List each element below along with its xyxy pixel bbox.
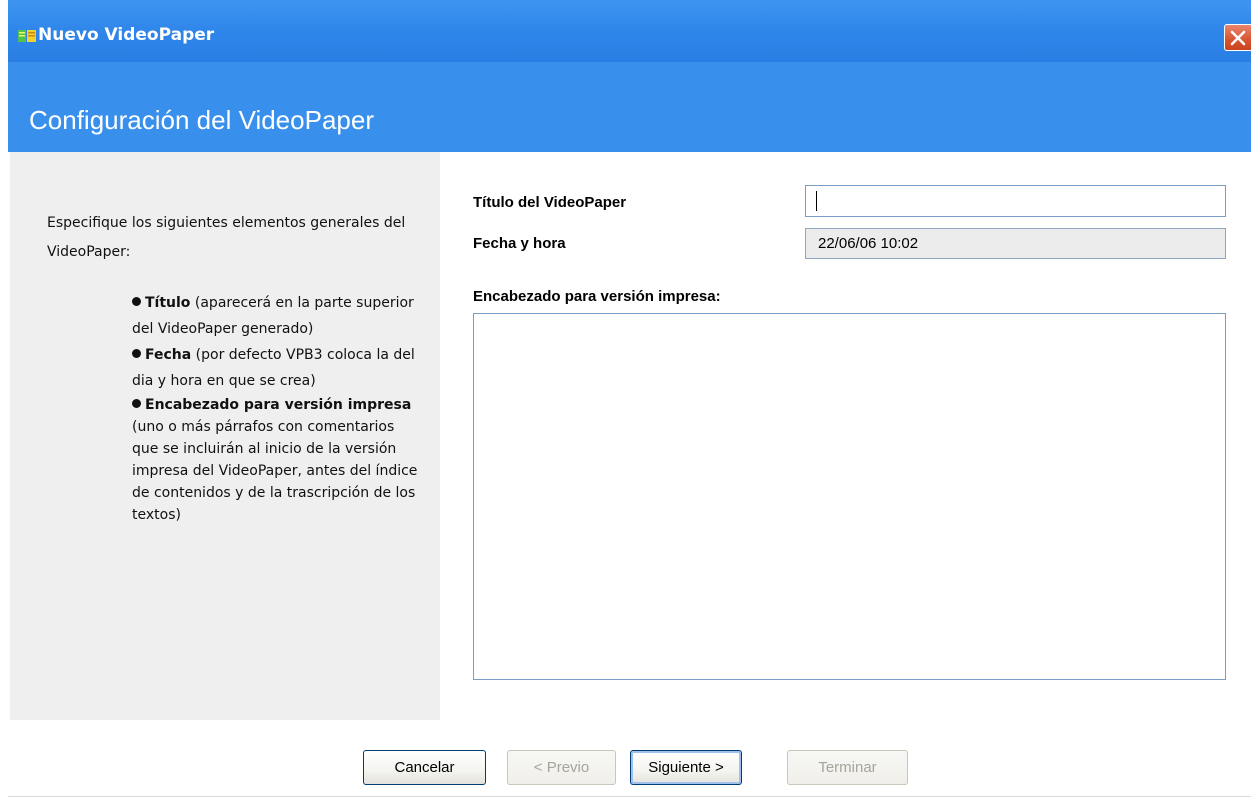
next-button[interactable]: Siguiente > <box>630 750 742 785</box>
instruction-item-header: Encabezado para versión impresa (uno o m… <box>132 394 422 526</box>
bullet-icon <box>132 297 141 306</box>
finish-button[interactable]: Terminar <box>787 750 908 785</box>
date-label: Fecha y hora <box>473 235 566 252</box>
videopaper-app-icon <box>18 28 36 42</box>
instruction-item-text: (uno o más párrafos con comentarios que … <box>132 419 418 523</box>
bullet-icon <box>132 399 141 408</box>
wizard-title: Configuración del VideoPaper <box>29 105 374 135</box>
previous-button[interactable]: < Previo <box>507 750 616 785</box>
instruction-item-title: Título (aparecerá en la parte superior d… <box>132 290 422 342</box>
instruction-item-heading: Título <box>145 295 191 311</box>
instructions-intro: Especifique los siguientes elementos gen… <box>47 215 406 260</box>
print-header-label: Encabezado para versión impresa: <box>473 288 721 305</box>
text-caret <box>816 191 817 211</box>
close-button[interactable] <box>1224 24 1251 51</box>
instruction-item-heading: Encabezado para versión impresa <box>145 397 412 413</box>
dialog-window: Nuevo VideoPaper Configuración del Video… <box>8 0 1251 797</box>
instruction-item-heading: Fecha <box>145 347 192 363</box>
bullet-icon <box>132 349 141 358</box>
dialog-content: Especifique los siguientes elementos gen… <box>8 152 1251 797</box>
date-field: 22/06/06 10:02 <box>805 228 1226 259</box>
instruction-item-date: Fecha (por defecto VPB3 coloca la del di… <box>132 342 422 394</box>
cancel-button[interactable]: Cancelar <box>363 750 486 785</box>
print-header-textarea[interactable] <box>473 313 1226 680</box>
window-title: Nuevo VideoPaper <box>38 25 215 45</box>
instructions-list: Título (aparecerá en la parte superior d… <box>132 290 422 526</box>
title-input[interactable] <box>805 185 1226 217</box>
title-bar[interactable]: Nuevo VideoPaper <box>8 0 1251 62</box>
title-label: Título del VideoPaper <box>473 194 627 211</box>
instructions-panel: Especifique los siguientes elementos gen… <box>10 152 440 720</box>
